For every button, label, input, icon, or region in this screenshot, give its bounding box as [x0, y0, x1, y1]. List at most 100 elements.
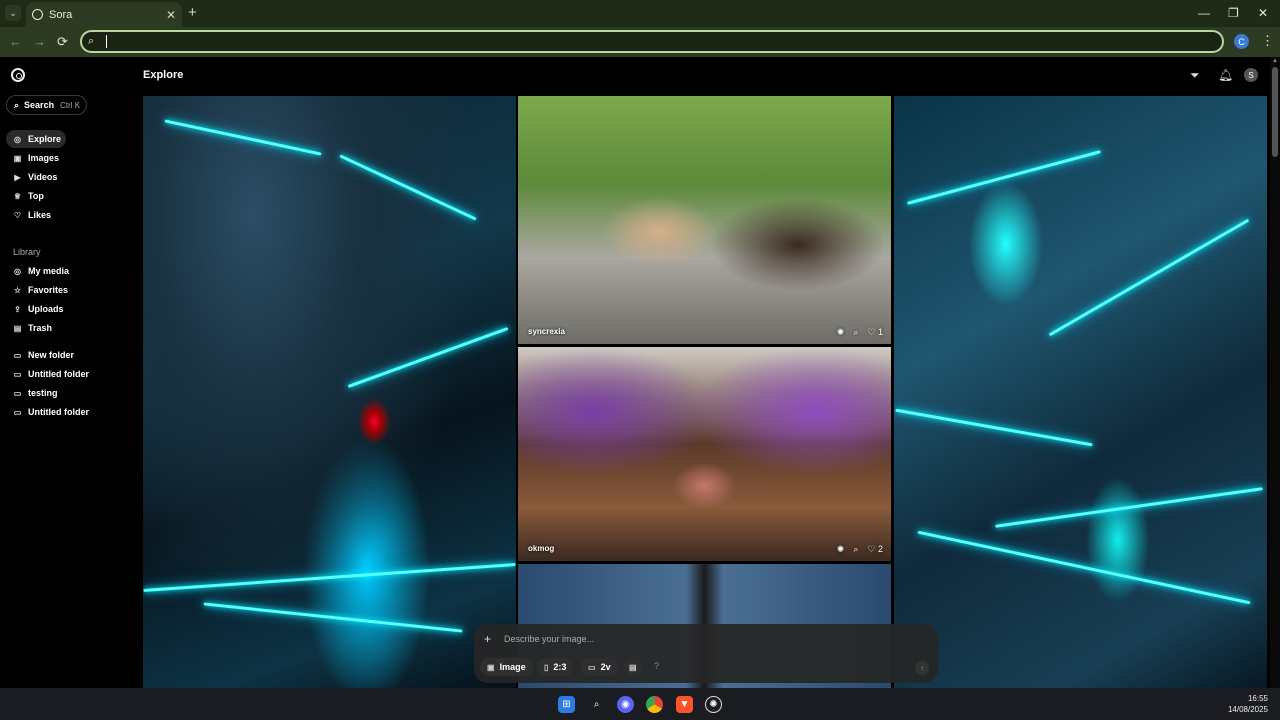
folder-icon: ▭	[13, 407, 22, 417]
feed-card-street-laughing[interactable]: syncrexia ✺ ⌕ ♡ 1	[518, 96, 891, 344]
feed-card-electric-closeup[interactable]	[894, 96, 1267, 688]
search-icon[interactable]: ⌕	[853, 327, 858, 338]
sidebar-folder-untitled-2[interactable]: ▭ Untitled folder	[6, 403, 106, 421]
scroll-up-icon[interactable]: ▲	[1272, 58, 1278, 64]
sidebar-item-uploads[interactable]: ⇪ Uploads	[6, 300, 86, 318]
send-button[interactable]: ↑	[915, 661, 929, 675]
sora-page: ⌕ Search Ctrl K ◎ Explore ▣ Images ▶ Vid…	[0, 57, 1280, 688]
sidebar-item-trash[interactable]: ▤ Trash	[6, 319, 86, 337]
filter-icon[interactable]: ⏷	[1190, 68, 1200, 83]
variations-icon: ▭	[588, 662, 596, 672]
trophy-icon: ♕	[13, 191, 22, 201]
minimize-button[interactable]: —	[1198, 6, 1210, 20]
sidebar-item-top[interactable]: ♕ Top	[6, 187, 66, 205]
presets-icon: ▤	[629, 662, 637, 672]
add-attachment-icon[interactable]: +	[484, 632, 491, 646]
search-icon[interactable]: ⌕	[853, 544, 858, 555]
scrollbar-thumb[interactable]	[1272, 67, 1278, 157]
sidebar-item-favorites[interactable]: ☆ Favorites	[6, 281, 86, 299]
upload-icon: ⇪	[14, 304, 21, 314]
reload-button[interactable]: ⟳	[57, 34, 68, 50]
text-caret	[106, 35, 107, 48]
folder-icon: ▭	[13, 388, 22, 398]
like-button[interactable]: ♡ 1	[867, 327, 883, 338]
search-icon: ⌕	[14, 99, 20, 110]
remix-icon[interactable]: ✺	[837, 327, 845, 338]
restore-button[interactable]: ❐	[1228, 6, 1239, 20]
feed-card-electric-face[interactable]	[143, 96, 516, 688]
sidebar-item-label: Trash	[28, 323, 53, 333]
card-actions: ✺ ⌕ ♡ 2	[837, 544, 883, 555]
sidebar-item-videos[interactable]: ▶ Videos	[6, 168, 66, 186]
close-window-button[interactable]: ✕	[1258, 6, 1268, 20]
page-scrollbar[interactable]: ▲	[1270, 57, 1280, 688]
discord-icon[interactable]: ◉	[617, 696, 634, 713]
remix-icon[interactable]: ✺	[837, 544, 845, 555]
sidebar-folder-untitled-1[interactable]: ▭ Untitled folder	[6, 365, 106, 383]
star-icon: ☆	[13, 285, 22, 295]
search-label: Search	[24, 100, 55, 110]
address-bar[interactable]: ⌕	[80, 30, 1224, 53]
like-count: 1	[877, 327, 883, 337]
card-username[interactable]: syncrexia	[528, 327, 565, 336]
forward-button[interactable]: →	[33, 34, 46, 49]
media-icon: ◎	[14, 266, 21, 276]
sidebar-folder-new-folder[interactable]: ▭ New folder	[6, 346, 106, 364]
sidebar-item-my-media[interactable]: ◎ My media	[6, 262, 86, 280]
video-icon: ▶	[14, 172, 21, 182]
presets-button[interactable]: ▤	[624, 658, 642, 676]
like-count: 2	[877, 544, 883, 554]
close-tab-icon[interactable]: ✕	[166, 8, 176, 22]
arrow-up-icon: ↑	[920, 663, 924, 673]
back-button[interactable]: ←	[9, 34, 22, 49]
heart-icon: ♡	[867, 327, 876, 337]
system-clock[interactable]: 16:55 14/08/2025	[1228, 693, 1268, 715]
sidebar-item-likes[interactable]: ♡ Likes	[6, 206, 66, 224]
sidebar-item-label: Untitled folder	[28, 407, 89, 417]
help-icon[interactable]: ?	[654, 661, 659, 671]
tab-search-button[interactable]: ⌄	[5, 5, 21, 21]
browser-tab[interactable]: Sora ✕	[26, 2, 182, 27]
sidebar-item-label: Explore	[28, 134, 62, 144]
sidebar-item-label: New folder	[28, 350, 75, 360]
bell-icon[interactable]: 🔔︎	[1218, 68, 1233, 82]
library-section-label: Library	[13, 247, 41, 257]
aspect-ratio-button[interactable]: ▯ 2:3	[537, 658, 574, 676]
openai-logo-icon[interactable]	[11, 68, 25, 82]
brave-icon[interactable]: ▼	[676, 696, 693, 713]
prompt-composer: + Describe your image... ▣ Image ▯ 2:3 ▭…	[474, 624, 938, 683]
sidebar-item-label: Untitled folder	[28, 369, 89, 379]
profile-avatar[interactable]: C	[1234, 34, 1249, 49]
tab-title: Sora	[49, 8, 73, 21]
sora-favicon-icon	[32, 9, 43, 20]
chrome-icon[interactable]	[646, 696, 663, 713]
sidebar-item-label: testing	[28, 388, 58, 398]
folder-icon: ▭	[13, 369, 22, 379]
clock-date: 14/08/2025	[1227, 705, 1268, 714]
sidebar-folder-testing[interactable]: ▭ testing	[6, 384, 106, 402]
user-avatar[interactable]: S	[1244, 68, 1258, 82]
aspect-ratio-label: 2:3	[553, 662, 567, 672]
sidebar-item-label: Videos	[28, 172, 58, 182]
windows-start-icon[interactable]: ⊞	[558, 696, 575, 713]
taskbar-search-icon[interactable]: ⌕	[588, 696, 605, 713]
browser-menu-icon[interactable]: ⋮	[1261, 33, 1274, 49]
like-button[interactable]: ♡ 2	[867, 544, 883, 555]
search-button[interactable]: ⌕ Search Ctrl K	[6, 95, 87, 115]
sidebar-item-label: My media	[28, 266, 70, 276]
compass-icon: ◎	[14, 134, 21, 144]
new-tab-button[interactable]: +	[188, 4, 197, 21]
variations-button[interactable]: ▭ 2v	[581, 658, 618, 676]
prompt-input[interactable]: Describe your image...	[504, 634, 594, 644]
sidebar-item-explore[interactable]: ◎ Explore	[6, 130, 66, 148]
trash-icon: ▤	[13, 323, 22, 333]
card-username[interactable]: okmog	[528, 544, 554, 553]
browser-titlebar: ⌄ Sora ✕ + — ❐ ✕	[0, 0, 1280, 27]
feed-card-music-studio[interactable]: okmog ✺ ⌕ ♡ 2	[518, 347, 891, 561]
page-title: Explore	[143, 69, 184, 81]
chatgpt-icon[interactable]: ✺	[705, 696, 722, 713]
media-type-button[interactable]: ▣ Image	[480, 658, 533, 676]
heart-icon: ♡	[13, 210, 22, 220]
sidebar-item-label: Likes	[28, 210, 52, 220]
sidebar-item-images[interactable]: ▣ Images	[6, 149, 66, 167]
